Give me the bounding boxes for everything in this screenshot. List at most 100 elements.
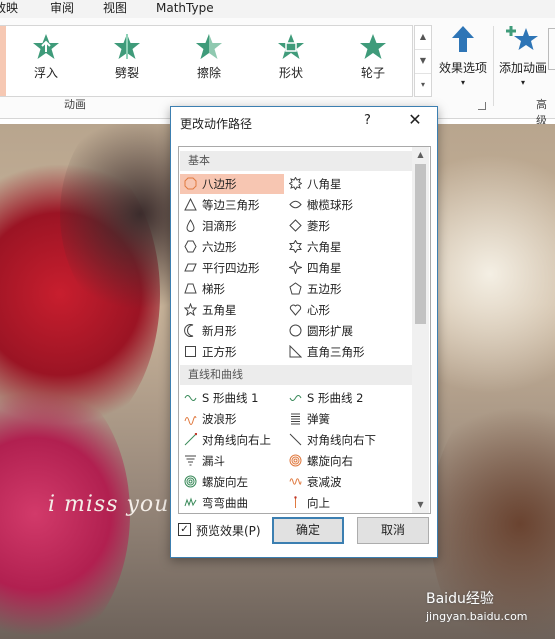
star-shape-icon bbox=[278, 34, 304, 59]
list-item-hexagon[interactable]: 六边形 bbox=[180, 237, 284, 257]
scroll-thumb[interactable] bbox=[415, 164, 426, 324]
chevron-down-icon: ▾ bbox=[520, 78, 525, 87]
effect-split[interactable]: 劈裂 bbox=[97, 32, 157, 92]
effect-label: 擦除 bbox=[196, 66, 221, 80]
list-item-right-triangle[interactable]: 直角三角形 bbox=[285, 342, 405, 362]
list-item-decaying-wave[interactable]: 衰减波 bbox=[285, 472, 405, 492]
crescent-path-icon bbox=[184, 324, 194, 337]
list-item-up[interactable]: 向上 bbox=[285, 493, 405, 513]
star-path-icon bbox=[184, 303, 197, 316]
list-item-five-point-star[interactable]: 五角星 bbox=[180, 300, 284, 320]
list-item-teardrop[interactable]: 泪滴形 bbox=[180, 216, 284, 236]
list-item-pentagon[interactable]: 五边形 bbox=[285, 279, 405, 299]
gallery-more-button[interactable]: ▾ bbox=[415, 74, 431, 97]
gallery-scroll-down-button[interactable]: ▼ bbox=[415, 50, 431, 74]
diagonal-down-right-path-icon bbox=[289, 433, 302, 446]
list-item-six-point-star[interactable]: 六角星 bbox=[285, 237, 405, 257]
chevron-down-icon: ▾ bbox=[460, 78, 465, 87]
list-item-circle-expand[interactable]: 圆形扩展 bbox=[285, 321, 405, 341]
hexagon-path-icon bbox=[184, 240, 197, 253]
s-curve-path-icon bbox=[289, 395, 302, 401]
slide-caption: i miss you bbox=[48, 492, 170, 517]
list-item-parallelogram[interactable]: 平行四边形 bbox=[180, 258, 284, 278]
change-motion-path-dialog: 更改动作路径 ? ✕ 基本 八边形 等边三角形 泪滴形 六边形 平行四边形 梯形 bbox=[170, 106, 438, 558]
list-item-football[interactable]: 橄榄球形 bbox=[285, 195, 405, 215]
effect-float-in[interactable]: 浮入 bbox=[16, 32, 76, 92]
preview-effect-label: 预览效果(P) bbox=[196, 524, 261, 538]
list-item-diagonal-down-right[interactable]: 对角线向右下 bbox=[285, 430, 405, 450]
scroll-down-arrow-icon[interactable]: ▼ bbox=[412, 497, 429, 513]
motion-path-list: 基本 八边形 等边三角形 泪滴形 六边形 平行四边形 梯形 五角星 新月形 正方… bbox=[178, 146, 431, 514]
spiral-left-path-icon bbox=[184, 475, 197, 488]
list-scrollbar[interactable]: ▲ ▼ bbox=[412, 147, 429, 513]
effect-shape[interactable]: 形状 bbox=[261, 32, 321, 92]
list-item-wave[interactable]: 波浪形 bbox=[180, 409, 284, 429]
cancel-button[interactable]: 取消 bbox=[357, 517, 429, 544]
animation-gallery: 浮入 劈裂 擦除 形状 轮子 bbox=[0, 25, 413, 97]
list-item-octagon[interactable]: 八边形 bbox=[180, 174, 284, 194]
list-item-funnel[interactable]: 漏斗 bbox=[180, 451, 284, 471]
list-item-zigzag-curve[interactable]: 弯弯曲曲 bbox=[180, 493, 284, 513]
section-header-lines-curves: 直线和曲线 bbox=[180, 365, 412, 385]
tab-view[interactable]: 视图 bbox=[103, 0, 127, 18]
effect-label: 形状 bbox=[278, 66, 303, 80]
tab-review[interactable]: 审阅 bbox=[50, 0, 74, 18]
trapezoid-path-icon bbox=[184, 283, 197, 294]
list-item-four-point-star[interactable]: 四角星 bbox=[285, 258, 405, 278]
add-animation-button[interactable]: 添加动画 ▾ bbox=[492, 24, 554, 94]
funnel-path-icon bbox=[185, 455, 196, 466]
list-item-trapezoid[interactable]: 梯形 bbox=[180, 279, 284, 299]
effect-wipe[interactable]: 擦除 bbox=[179, 32, 239, 92]
star-split-icon bbox=[114, 34, 140, 59]
list-item-eight-point-star[interactable]: 八角星 bbox=[285, 174, 405, 194]
list-item-diagonal-up-right[interactable]: 对角线向右上 bbox=[180, 430, 284, 450]
right-triangle-path-icon bbox=[289, 345, 302, 358]
list-item-spiral-left[interactable]: 螺旋向左 bbox=[180, 472, 284, 492]
dialog-launcher-icon[interactable] bbox=[478, 102, 486, 110]
up-arrow-icon bbox=[452, 26, 474, 52]
list-item-square[interactable]: 正方形 bbox=[180, 342, 284, 362]
list-item-equilateral-triangle[interactable]: 等边三角形 bbox=[180, 195, 284, 215]
heart-path-icon bbox=[289, 304, 302, 316]
tab-mathtype[interactable]: MathType bbox=[156, 0, 214, 18]
eight-point-star-path-icon bbox=[289, 177, 302, 190]
watermark-url: jingyan.baidu.com bbox=[426, 610, 528, 623]
dialog-title: 更改动作路径 bbox=[180, 117, 253, 131]
ribbon-tab-bar: 放映 审阅 视图 MathType bbox=[0, 0, 555, 18]
spring-path-icon bbox=[291, 413, 300, 425]
effect-wheel[interactable]: 轮子 bbox=[343, 32, 403, 92]
list-item-s-curve-2[interactable]: S 形曲线 2 bbox=[285, 388, 405, 408]
list-item-spring[interactable]: 弹簧 bbox=[285, 409, 405, 429]
list-item-s-curve-1[interactable]: S 形曲线 1 bbox=[180, 388, 284, 408]
list-item-diamond[interactable]: 菱形 bbox=[285, 216, 405, 236]
effect-label: 劈裂 bbox=[114, 66, 139, 80]
parallelogram-path-icon bbox=[184, 263, 197, 272]
ribbon-animations: 浮入 劈裂 擦除 形状 轮子 ▲ ▼ ▾ 效果选项 ▾ 添加动画 ▾ 动画 高级 bbox=[0, 18, 555, 127]
wave-path-icon bbox=[184, 416, 197, 425]
ok-button[interactable]: 确定 bbox=[272, 517, 344, 544]
octagon-path-icon bbox=[184, 177, 197, 190]
animation-pane-icon[interactable] bbox=[548, 28, 555, 70]
baidu-watermark: Baidu经验 jingyan.baidu.com bbox=[426, 588, 528, 623]
help-button[interactable]: ? bbox=[364, 113, 371, 128]
football-path-icon bbox=[289, 200, 302, 209]
gallery-scroll-up-button[interactable]: ▲ bbox=[415, 26, 431, 50]
add-animation-star-icon bbox=[506, 26, 538, 50]
triangle-path-icon bbox=[184, 198, 197, 211]
pentagon-path-icon bbox=[289, 282, 302, 295]
checkbox-checked-icon[interactable]: ✓ bbox=[178, 523, 191, 536]
close-button[interactable]: ✕ bbox=[405, 110, 425, 130]
star-wheel-icon bbox=[360, 34, 386, 59]
tab-slideshow[interactable]: 放映 bbox=[0, 0, 18, 18]
list-item-heart[interactable]: 心形 bbox=[285, 300, 405, 320]
diagonal-up-right-path-icon bbox=[184, 433, 197, 446]
scroll-up-arrow-icon[interactable]: ▲ bbox=[412, 147, 429, 163]
effect-options-button[interactable]: 效果选项 ▾ bbox=[432, 24, 494, 94]
star-float-in-icon bbox=[33, 34, 59, 59]
gallery-selection-accent bbox=[0, 26, 6, 96]
effect-label: 轮子 bbox=[360, 66, 385, 80]
list-item-spiral-right[interactable]: 螺旋向右 bbox=[285, 451, 405, 471]
list-item-crescent[interactable]: 新月形 bbox=[180, 321, 284, 341]
section-header-basic: 基本 bbox=[180, 151, 412, 171]
effect-options-label: 效果选项 bbox=[438, 61, 487, 75]
